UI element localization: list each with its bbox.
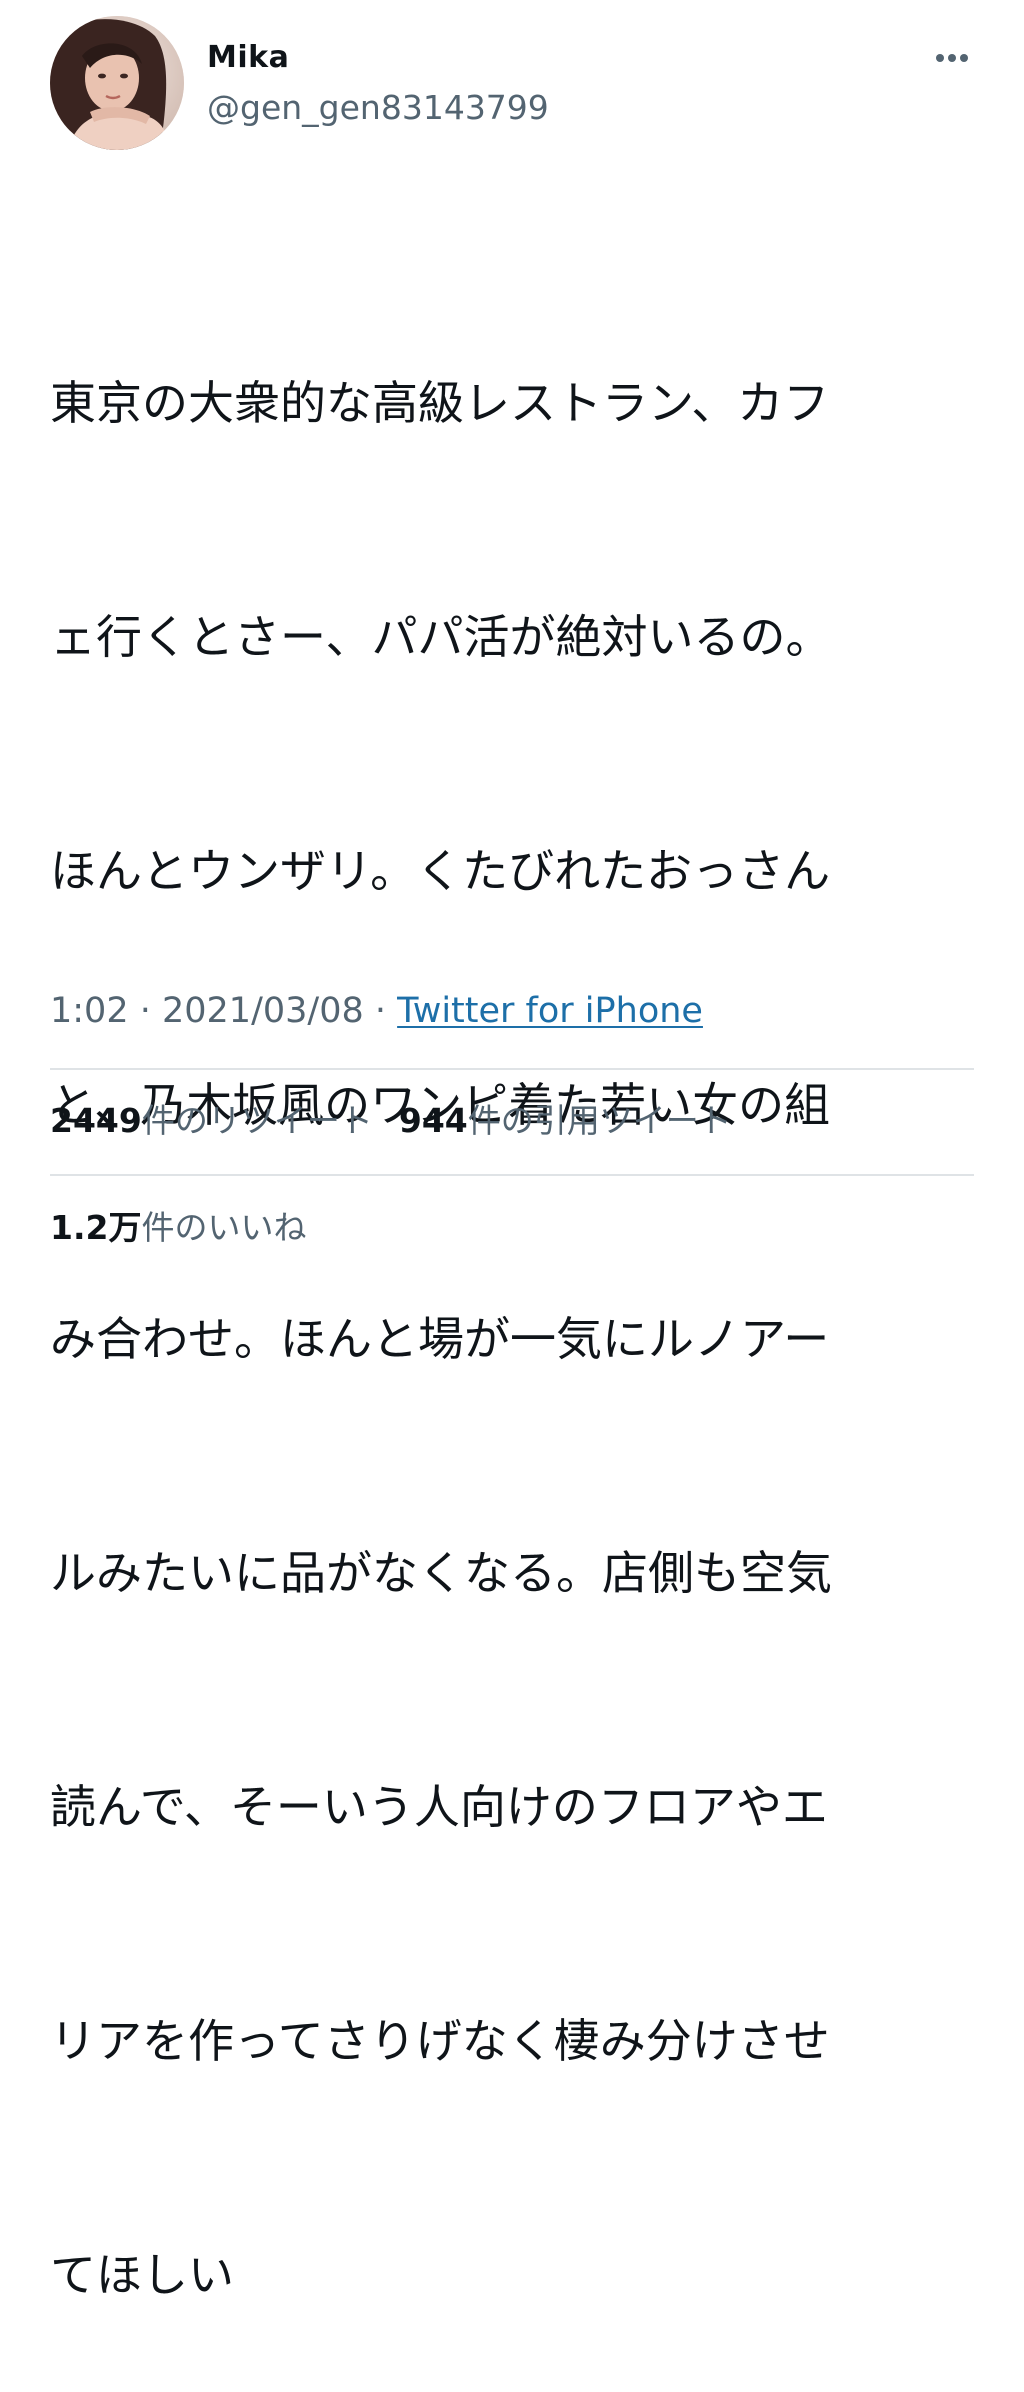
tweet-text-line: 東京の大衆的な高級レストラン、カフ bbox=[50, 376, 830, 430]
ellipsis-icon bbox=[936, 54, 968, 62]
profile-photo bbox=[50, 16, 184, 150]
meta-separator: · bbox=[128, 991, 162, 1031]
tweet-date[interactable]: 2021/03/08 bbox=[162, 991, 364, 1031]
avatar[interactable] bbox=[50, 16, 184, 150]
divider bbox=[50, 1174, 974, 1176]
tweet-text-line: ルみたいに品がなくなる。店側も空気 bbox=[50, 1546, 832, 1600]
tweet-text-line: てほしい bbox=[50, 2248, 234, 2302]
more-options-button[interactable] bbox=[924, 40, 980, 76]
likes-stat[interactable]: 1.2万件のいいね bbox=[50, 1206, 306, 1250]
engagement-stats-row: 2449件のリツイート 944件の引用ツイート bbox=[50, 1099, 732, 1143]
tweet-source-link[interactable]: Twitter for iPhone bbox=[397, 991, 703, 1031]
user-handle[interactable]: @gen_gen83143799 bbox=[207, 86, 549, 130]
like-label: 件のいいね bbox=[141, 1208, 307, 1247]
tweet-text-line: ェ行くとさー、パパ活が絶対いるの。 bbox=[50, 610, 832, 664]
retweets-stat[interactable]: 2449件のリツイート bbox=[50, 1099, 373, 1143]
quote-count: 944 bbox=[398, 1101, 468, 1140]
tweet-metadata: 1:02 · 2021/03/08 · Twitter for iPhone bbox=[50, 988, 703, 1034]
like-count: 1.2万 bbox=[50, 1208, 142, 1247]
retweet-count: 2449 bbox=[50, 1101, 142, 1140]
quotes-stat[interactable]: 944件の引用ツイート bbox=[399, 1099, 732, 1143]
tweet-time[interactable]: 1:02 bbox=[50, 991, 129, 1031]
likes-stats-row: 1.2万件のいいね bbox=[50, 1206, 306, 1250]
display-name[interactable]: Mika bbox=[207, 38, 289, 78]
tweet-text-line: リアを作ってさりげなく棲み分けさせ bbox=[50, 2014, 830, 2068]
quote-label: 件の引用ツイート bbox=[467, 1101, 732, 1140]
tweet-text-line: 読んで、そーいう人向けのフロアやエ bbox=[50, 1780, 828, 1834]
retweet-label: 件のリツイート bbox=[141, 1101, 373, 1140]
meta-separator: · bbox=[363, 991, 398, 1031]
tweet-text-line: ほんとウンザリ。くたびれたおっさん bbox=[50, 844, 831, 898]
tweet-text: 東京の大衆的な高級レストラン、カフ ェ行くとさー、パパ活が絶対いるの。 ほんとウ… bbox=[50, 208, 970, 2392]
divider bbox=[50, 1068, 974, 1070]
tweet-text-line: み合わせ。ほんと場が一気にルノアー bbox=[50, 1312, 830, 1366]
